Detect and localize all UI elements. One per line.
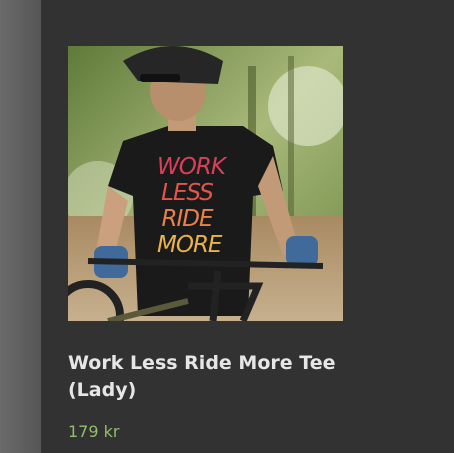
product-title[interactable]: Work Less Ride More Tee (Lady) (68, 350, 368, 404)
shirt-print-line: MORE (157, 232, 222, 258)
shirt-print-line: WORK (157, 154, 226, 180)
product-price: 179 kr (68, 422, 120, 441)
product-card[interactable]: WORK LESS RIDE MORE Work Less Ride More … (68, 46, 343, 441)
product-image[interactable]: WORK LESS RIDE MORE (68, 46, 343, 321)
left-sidebar-strip (0, 0, 41, 453)
shirt-print-text: WORK LESS RIDE MORE (157, 154, 226, 258)
shirt-print-line: RIDE (161, 206, 213, 232)
shirt-print-line: LESS (161, 180, 214, 206)
